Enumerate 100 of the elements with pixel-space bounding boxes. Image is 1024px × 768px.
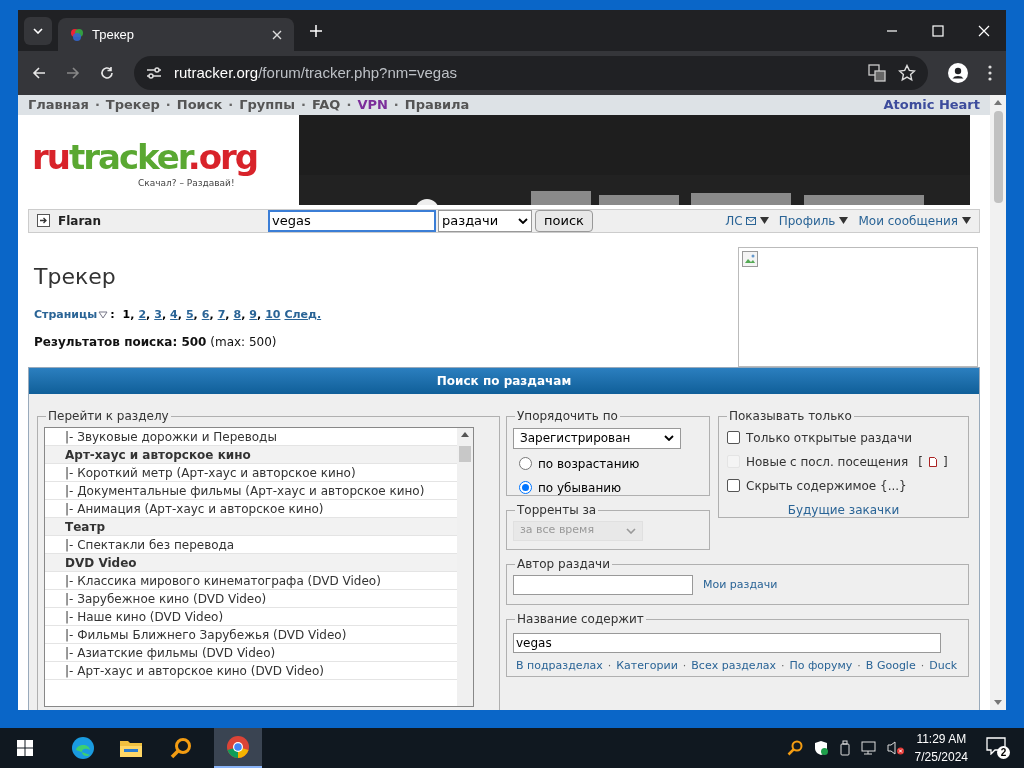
nav-link[interactable]: FAQ <box>311 95 341 115</box>
nav-link[interactable]: Трекер <box>105 95 160 115</box>
chevron-down-icon <box>626 527 636 534</box>
title-field[interactable]: vegas <box>513 632 941 653</box>
forum-option[interactable]: |- Анимация (Арт-хаус и авторское кино) <box>45 499 457 518</box>
page-separator: , <box>209 306 214 323</box>
page-link[interactable]: 9 <box>249 306 257 323</box>
profile-avatar-icon[interactable] <box>948 63 968 83</box>
search-scope-link[interactable]: По форуму <box>789 657 853 674</box>
link-separator: · <box>607 657 612 674</box>
page-link[interactable]: 10 <box>265 306 281 323</box>
forum-option[interactable]: |- Звуковые дорожки и Переводы <box>45 427 457 446</box>
fieldset-legend: Перейти к разделу <box>46 407 171 424</box>
nav-link[interactable]: Главная <box>28 95 89 115</box>
forum-option[interactable]: |- Азиатские фильмы (DVD Video) <box>45 643 457 662</box>
page-separator: , <box>130 306 135 323</box>
scrollbar[interactable] <box>457 427 473 706</box>
nav-link[interactable]: Правила <box>404 95 470 115</box>
scroll-up-icon[interactable] <box>994 100 1002 105</box>
checkbox[interactable] <box>727 431 740 444</box>
site-settings-icon[interactable] <box>146 66 162 80</box>
forum-option[interactable]: |- Арт-хаус и авторское кино (DVD Video) <box>45 661 457 680</box>
clock-time[interactable]: 11:29 AM <box>916 730 967 748</box>
radio-button[interactable] <box>519 457 532 470</box>
forum-option[interactable]: |- Документальные фильмы (Арт-хаус и авторское кино) <box>45 481 457 500</box>
browser-tab[interactable]: Трекер <box>58 18 294 51</box>
usb-drive-icon[interactable] <box>838 740 851 756</box>
search-scope-link[interactable]: Всех разделах <box>691 657 776 674</box>
bookmark-star-icon[interactable] <box>898 64 916 82</box>
logout-icon[interactable] <box>37 214 50 227</box>
page-link[interactable]: 1 <box>122 306 131 323</box>
taskbar-active-app[interactable] <box>214 728 262 768</box>
browser-wave-icon[interactable] <box>71 736 95 760</box>
nav-separator: · <box>228 96 234 114</box>
back-icon[interactable] <box>32 66 46 80</box>
sort-select[interactable]: Зарегистрирован <box>513 427 681 449</box>
magnifier-icon[interactable] <box>170 737 192 759</box>
shield-icon[interactable] <box>812 740 829 756</box>
page-link[interactable]: 3 <box>154 306 162 323</box>
nav-link[interactable]: Поиск <box>176 95 223 115</box>
link-separator: · <box>920 657 925 674</box>
magnifier-icon[interactable] <box>786 740 803 756</box>
my-releases-link[interactable]: Мои раздачи <box>703 574 778 595</box>
forum-option[interactable]: |- Зарубежное кино (DVD Video) <box>45 589 457 608</box>
search-scope-link[interactable]: Категории <box>616 657 678 674</box>
nav-link[interactable]: Atomic Heart <box>883 95 980 115</box>
close-icon[interactable] <box>272 29 282 40</box>
page-link[interactable]: 6 <box>201 306 210 323</box>
scroll-thumb[interactable] <box>993 111 1003 203</box>
tab-list-button[interactable] <box>24 17 52 45</box>
page-link[interactable]: 4 <box>170 306 178 323</box>
user-menu-link[interactable]: Профиль <box>778 211 836 230</box>
logo-text[interactable]: rutracker.org <box>32 137 258 177</box>
address-bar[interactable]: rutracker.org/forum/tracker.php?nm=vegas <box>134 56 928 90</box>
page-scrollbar[interactable] <box>990 95 1006 710</box>
nav-link[interactable]: VPN <box>357 95 388 115</box>
notification-count: 2 <box>997 746 1010 759</box>
menu-icon[interactable] <box>988 65 992 81</box>
network-icon[interactable] <box>860 740 879 756</box>
search-button[interactable]: поиск <box>535 209 593 232</box>
radio-button[interactable] <box>519 481 532 494</box>
page-title: Трекер <box>34 262 117 291</box>
search-field[interactable]: vegas <box>268 209 436 232</box>
page-link[interactable]: 5 <box>185 306 194 323</box>
chevron-down-icon <box>664 435 674 441</box>
reload-icon[interactable] <box>100 66 114 80</box>
page-link[interactable]: 8 <box>233 306 242 323</box>
forum-option[interactable]: |- Короткий метр (Арт-хаус и авторское кино) <box>45 463 457 482</box>
forward-icon[interactable] <box>66 66 80 80</box>
nav-link[interactable]: Группы <box>239 95 295 115</box>
user-menu-link[interactable]: Мои сообщения <box>858 211 958 230</box>
user-menu-link[interactable]: ЛС <box>725 211 743 230</box>
logo-tagline: Скачал? – Раздавай! <box>138 177 235 190</box>
windows-start-icon[interactable] <box>17 740 33 756</box>
scope-select[interactable]: раздачи <box>438 209 532 232</box>
next-page-link[interactable]: След. <box>284 306 322 323</box>
search-scope-link[interactable]: Duck <box>929 657 958 674</box>
new-tab-icon[interactable] <box>310 25 322 37</box>
nav-separator: · <box>393 96 399 114</box>
notification-button[interactable]: 2 <box>986 737 1010 759</box>
search-scope-link[interactable]: В Google <box>865 657 916 674</box>
future-downloads-link[interactable]: Будущие закачки <box>727 500 960 519</box>
page-link[interactable]: 7 <box>217 306 226 323</box>
search-scope-link[interactable]: В подразделах <box>516 657 603 674</box>
scroll-down-icon[interactable] <box>994 700 1002 705</box>
scroll-up-icon[interactable] <box>461 431 469 437</box>
folder-icon[interactable] <box>119 738 143 758</box>
clock-date[interactable]: 7/25/2024 <box>914 748 968 766</box>
forum-option[interactable]: |- Классика мирового кинематографа (DVD Video) <box>45 571 457 590</box>
maximize-icon[interactable] <box>932 25 944 37</box>
forum-option[interactable]: |- Спектакли без перевода <box>45 535 457 554</box>
checkbox[interactable] <box>727 479 740 492</box>
link-separator: · <box>780 657 785 674</box>
scroll-thumb[interactable] <box>459 445 471 462</box>
translate-icon[interactable] <box>868 64 886 82</box>
forum-option[interactable]: |- Наше кино (DVD Video) <box>45 607 457 626</box>
speaker-muted-icon[interactable] <box>886 740 905 756</box>
chrome-circle-icon <box>226 735 250 759</box>
forum-option[interactable]: |- Фильмы Ближнего Зарубежья (DVD Video) <box>45 625 457 644</box>
author-field[interactable] <box>513 574 693 595</box>
